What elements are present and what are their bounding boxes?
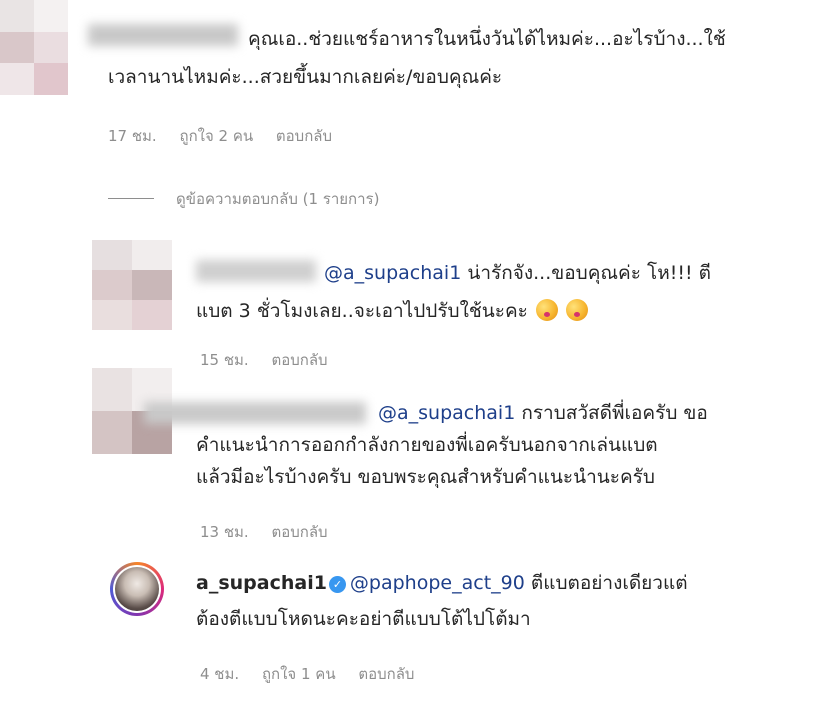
comment-time: 17 ชม. (108, 127, 157, 145)
avatar-blurred[interactable] (92, 240, 172, 330)
reply-button[interactable]: ตอบกลับ (271, 351, 327, 369)
reply-button[interactable]: ตอบกลับ (276, 127, 332, 145)
profile-photo (115, 567, 159, 611)
mention-link[interactable]: @a_supachai1 (378, 402, 515, 424)
reply-text: a_supachai1 ✓ @paphope_act_90 ตีแบตอย่างเด… (196, 572, 688, 594)
verified-badge-icon: ✓ (328, 576, 346, 593)
reply-meta: 15 ชม. ตอบกลับ (200, 348, 346, 372)
reply-text: @a_supachai1 กราบสวัสดีพี่เอครับ ขอ (378, 402, 708, 424)
reply-text: แบต 3 ชั่วโมงเลย..จะเอาไปปรับใช้นะคะ (196, 294, 588, 329)
view-replies-button[interactable]: ดูข้อความตอบกลับ (1 รายการ) (176, 187, 379, 211)
reply-meta: 13 ชม. ตอบกลับ (200, 520, 346, 544)
comment-time: 4 ชม. (200, 665, 240, 683)
reply-text: แล้วมีอะไรบ้างครับ ขอบพระคุณสำหรับคำแนะน… (196, 466, 655, 488)
mention-link[interactable]: @paphope_act_90 (350, 572, 525, 594)
avatar[interactable] (110, 562, 164, 616)
mention-link[interactable]: @a_supachai1 (324, 262, 461, 284)
username-blurred[interactable] (144, 402, 366, 424)
username-blurred[interactable] (88, 24, 238, 46)
reply-button[interactable]: ตอบกลับ (271, 523, 327, 541)
view-replies-divider (108, 198, 154, 199)
reply-text: คำแนะนำการออกกำลังกายของพี่เอครับนอกจากเ… (196, 434, 658, 456)
avatar-blurred[interactable] (0, 0, 68, 95)
comment-time: 15 ชม. (200, 351, 249, 369)
reply-meta: 4 ชม. ถูกใจ 1 คน ตอบกลับ (200, 662, 432, 686)
reply-text: ต้องตีแบบโหดนะคะอย่าตีแบบโต้ไปโต้มา (196, 608, 531, 630)
comment-text: คุณเอ..ช่วยแชร์อาหารในหนึ่งวันได้ไหมค่ะ.… (248, 28, 726, 50)
username[interactable]: a_supachai1 (196, 572, 327, 594)
comment-text: เวลานานไหมค่ะ...สวยขึ้นมากเลยค่ะ/ขอบคุณค… (108, 66, 503, 88)
like-count[interactable]: ถูกใจ 2 คน (179, 127, 253, 145)
kiss-emoji-icon (535, 299, 558, 321)
reply-button[interactable]: ตอบกลับ (358, 665, 414, 683)
username-blurred[interactable] (196, 260, 316, 282)
comment-meta: 17 ชม. ถูกใจ 2 คน ตอบกลับ (108, 124, 350, 148)
kiss-emoji-icon (565, 299, 588, 321)
comment-time: 13 ชม. (200, 523, 249, 541)
reply-text: @a_supachai1 น่ารักจัง...ขอบคุณค่ะ โห!!!… (324, 262, 711, 284)
like-count[interactable]: ถูกใจ 1 คน (262, 665, 336, 683)
